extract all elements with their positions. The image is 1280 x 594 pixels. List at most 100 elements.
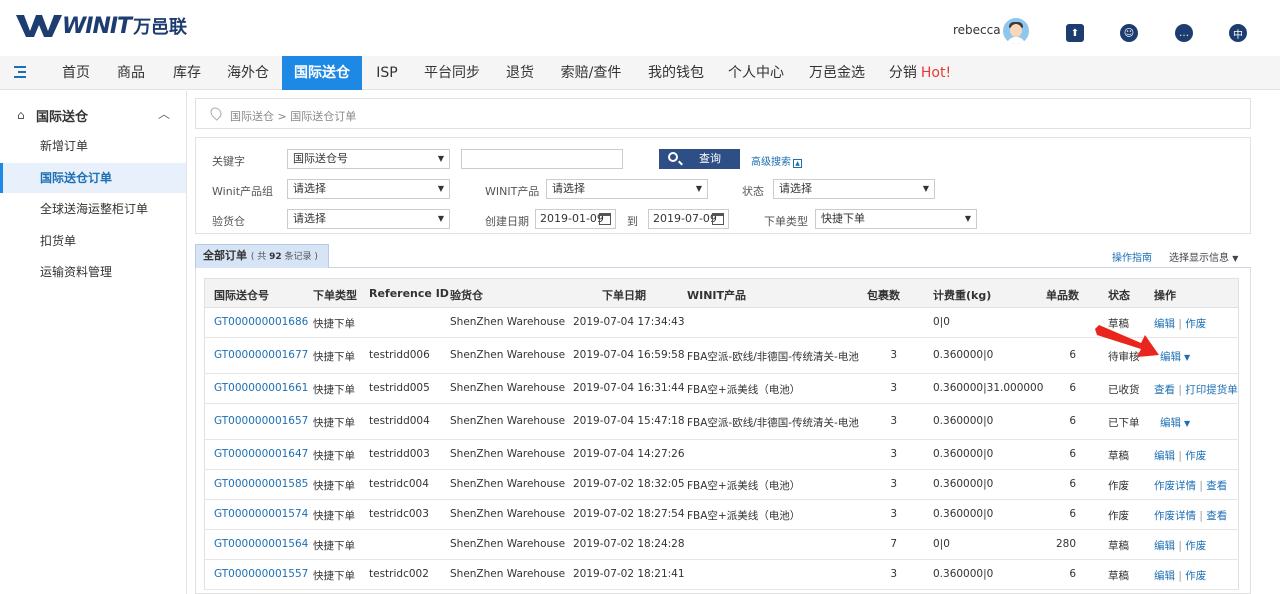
status-cell: 已下单 [1108,417,1140,429]
order-id-link[interactable]: GT000000001574 [214,508,308,520]
support-icon[interactable]: ☺ [1120,24,1138,42]
weight-cell: 0.360000|0 [933,508,994,520]
reference-id-cell: testridd003 [369,448,430,460]
date-to-input[interactable]: 2019-07-09 [648,209,729,229]
guide-link[interactable]: 操作指南 [1112,249,1152,264]
table-row: GT000000001557 快捷下单 testridc002 ShenZhen Wa… [204,560,1239,590]
action-link[interactable]: 查看 [1206,510,1227,522]
action-link[interactable]: 编辑 [1154,570,1175,582]
status-select[interactable]: 请选择 ▼ [773,179,935,199]
table-row: GT000000001677 快捷下单 testridd006 ShenZhen Wa… [204,338,1239,374]
action-link[interactable]: 编辑 [1154,540,1175,552]
calendar-icon[interactable] [599,213,611,225]
nav-item-9[interactable]: 我的钱包 [640,56,712,90]
warehouse-cell: ShenZhen Warehouse [450,568,566,580]
query-button[interactable]: 查询 [659,149,740,169]
keyword-input[interactable] [461,149,623,169]
nav-item-12[interactable]: 分销 Hot! [880,56,960,90]
display-options-dropdown[interactable]: 选择显示信息 ▼ [1169,249,1238,264]
advanced-search-link[interactable]: 高级搜索 ▲ [751,153,802,168]
nav-item-6[interactable]: 平台同步 [416,56,488,90]
winit-logo[interactable]: WINIT 万邑联 [16,12,187,40]
sidebar-item-1[interactable]: 国际送仓订单 [0,162,186,193]
order-id-link[interactable]: GT000000001647 [214,448,308,460]
order-id-link[interactable]: GT000000001557 [214,568,308,580]
action-separator: | [1196,510,1207,522]
weight-cell: 0.360000|0 [933,568,994,580]
nav-item-11[interactable]: 万邑金选 [802,56,872,90]
order-id-link[interactable]: GT000000001686 [214,316,308,328]
order-id-link[interactable]: GT000000001661 [214,382,308,394]
sidebar-item-4[interactable]: 运输资料管理 [0,257,186,287]
nav-item-2[interactable]: 库存 [164,56,210,90]
inspection-select[interactable]: 请选择 ▼ [287,209,450,229]
action-link[interactable]: 作废 [1185,450,1206,462]
nav-item-3[interactable]: 海外仓 [220,56,276,90]
sidebar-item-3[interactable]: 扣货单 [0,226,186,256]
logo-cn-text: 万邑联 [133,17,188,38]
action-link[interactable]: 作废 [1185,318,1206,330]
nav-item-4[interactable]: 国际送仓 [282,56,362,90]
order-id-link[interactable]: GT000000001564 [214,538,308,550]
sidebar: ⌂ 国际送仓 ︿ 新增订单 国际送仓订单 全球送海运整柜订单 扣货单 运输资料管理 [0,91,187,594]
action-link[interactable]: 编辑 [1154,450,1175,462]
order-date-cell: 2019-07-02 18:27:54 [573,508,685,520]
upload-icon[interactable]: ⬆ [1066,24,1084,42]
nav-item-8[interactable]: 索赔/查件 [552,56,630,90]
action-link[interactable]: 作废 [1185,570,1206,582]
keyword-type-select[interactable]: 国际送仓号 ▼ [287,149,450,169]
reference-id-cell: testridc002 [369,568,429,580]
inspection-value: 请选择 [293,212,326,225]
product-group-select[interactable]: 请选择 ▼ [287,179,450,199]
action-link[interactable]: 作废 [1185,540,1206,552]
column-header-1: 下单类型 [313,289,357,302]
packages-cell: 3 [890,568,897,580]
menu-toggle-icon[interactable] [12,65,28,79]
nav-item-label: 万邑金选 [809,65,865,81]
action-link[interactable]: 打印提货单 [1185,384,1238,396]
order-id-link[interactable]: GT000000001657 [214,415,308,427]
action-link[interactable]: 编辑 [1160,351,1181,363]
nav-item-0[interactable]: 首页 [50,56,102,90]
nav-item-7[interactable]: 退货 [498,56,542,90]
nav-item-10[interactable]: 个人中心 [720,56,792,90]
tab-all-orders[interactable]: 全部订单 ( 共 92 条记录 ) [195,244,329,268]
order-type-cell: 快捷下单 [313,510,355,522]
packages-cell: 7 [890,538,897,550]
sidebar-item-0[interactable]: 新增订单 [0,131,186,161]
nav-item-1[interactable]: 商品 [108,56,154,90]
winit-product-select[interactable]: 请选择 ▼ [546,179,708,199]
message-icon[interactable]: … [1175,24,1193,42]
actions-cell: 作废详情 | 查看 [1154,478,1227,493]
action-link[interactable]: 编辑 [1160,417,1181,429]
language-icon[interactable]: 中 [1229,24,1247,42]
nav-item-label: 国际送仓 [294,65,350,81]
action-link[interactable]: 查看 [1154,384,1175,396]
caret-down-icon[interactable]: ▼ [1184,353,1190,362]
actions-cell: 编辑 | 作废 [1154,448,1206,463]
chevron-up-icon[interactable]: ︿ [158,105,170,122]
nav-item-5[interactable]: ISP [366,56,408,90]
order-type-select[interactable]: 快捷下单 ▼ [815,209,977,229]
action-link[interactable]: 查看 [1206,480,1227,492]
action-link[interactable]: 作废详情 [1154,510,1196,522]
caret-down-icon[interactable]: ▼ [1184,419,1190,428]
reference-id-cell: testridc004 [369,478,429,490]
warehouse-cell: ShenZhen Warehouse [450,478,566,490]
winit-product-label: WINIT产品 [485,185,540,198]
actions-cell: 编辑 | 作废 [1154,568,1206,583]
order-id-link[interactable]: GT000000001585 [214,478,308,490]
weight-cell: 0.360000|0 [933,478,994,490]
actions-cell: 编辑 | 作废 [1154,538,1206,553]
order-id-link[interactable]: GT000000001677 [214,349,308,361]
column-header-2: Reference ID [369,287,449,300]
avatar[interactable] [1003,18,1029,44]
sidebar-title: 国际送仓 [36,110,89,125]
dropdown-arrow-icon: ▼ [437,184,444,193]
sidebar-item-2[interactable]: 全球送海运整柜订单 [0,194,186,224]
date-from-input[interactable]: 2019-01-09 [535,209,616,229]
action-link[interactable]: 作废详情 [1154,480,1196,492]
user-name[interactable]: rebecca [953,23,1001,37]
calendar-icon[interactable] [712,213,724,225]
column-header-3: 验货仓 [450,289,483,302]
